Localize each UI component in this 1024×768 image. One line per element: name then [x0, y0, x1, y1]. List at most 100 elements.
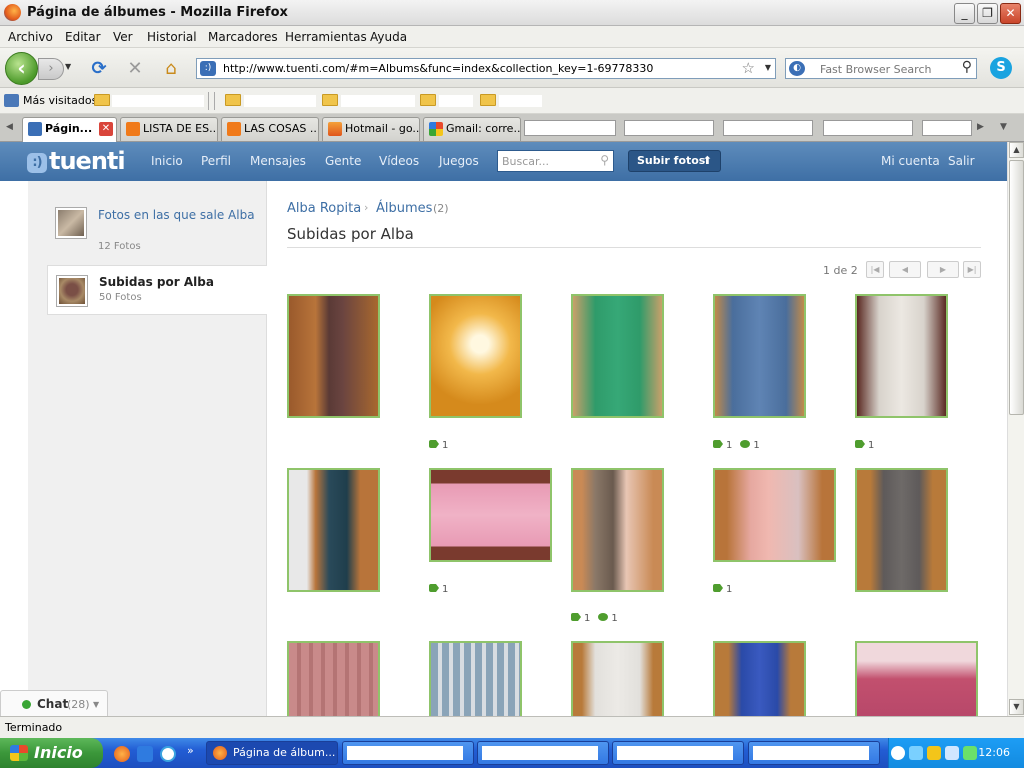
skype-icon[interactable]: S	[990, 57, 1012, 79]
last-page-button[interactable]: ▶|	[963, 261, 981, 278]
photo-green-dress[interactable]	[571, 294, 664, 418]
chat-label[interactable]: Chat	[37, 697, 68, 711]
task-button[interactable]	[748, 741, 880, 765]
bookmark-folder-label[interactable]	[112, 95, 204, 107]
forward-button[interactable]: ›	[38, 58, 64, 80]
photo-denim-jacket[interactable]	[713, 294, 806, 418]
nav-mi-cuenta[interactable]: Mi cuenta	[881, 154, 940, 168]
site-search-input[interactable]: Buscar... ⚲	[497, 150, 614, 172]
photo-plaid-shorts[interactable]	[287, 641, 380, 716]
search-icon[interactable]: ⚲	[962, 59, 972, 75]
photo-pink-shorts[interactable]	[855, 641, 978, 716]
bookmark-most-visited[interactable]: Más visitados	[23, 94, 97, 107]
nav-inicio[interactable]: Inicio	[151, 154, 183, 168]
menu-historial[interactable]: Historial	[147, 30, 197, 44]
menu-editar[interactable]: Editar	[65, 30, 101, 44]
minimize-button[interactable]: _	[954, 3, 975, 24]
bookmark-folder-icon[interactable]	[322, 94, 338, 106]
menu-herramientas[interactable]: Herramientas	[285, 30, 367, 44]
search-engine-icon[interactable]: ◐	[789, 61, 805, 76]
bookmark-folder-icon[interactable]	[420, 94, 436, 106]
photo-tank-top[interactable]	[855, 294, 948, 418]
photo-blue-tank[interactable]	[713, 641, 806, 716]
site-search-placeholder[interactable]: Buscar...	[502, 155, 549, 168]
nav-juegos[interactable]: Juegos	[439, 154, 479, 168]
tab-close-icon[interactable]: ✕	[99, 122, 113, 136]
url-text[interactable]: http://www.tuenti.com/#m=Albums&func=ind…	[223, 62, 653, 75]
task-button[interactable]	[342, 741, 474, 765]
bookmark-folder-label[interactable]	[244, 95, 316, 107]
bookmark-folder-label[interactable]	[341, 95, 415, 107]
photo-swimsuit[interactable]	[287, 294, 380, 418]
bookmark-folder-label[interactable]	[499, 95, 542, 107]
menu-ver[interactable]: Ver	[113, 30, 133, 44]
vertical-scrollbar[interactable]: ▲ ▼	[1007, 142, 1024, 716]
quicklaunch-media-icon[interactable]	[160, 746, 176, 762]
bookmark-folder-icon[interactable]	[480, 94, 496, 106]
url-bar[interactable]: :) http://www.tuenti.com/#m=Albums&func=…	[196, 58, 776, 79]
tab-blank[interactable]	[524, 120, 616, 136]
nav-gente[interactable]: Gente	[325, 154, 361, 168]
volume-icon[interactable]	[909, 746, 923, 760]
album-item-subidas-alba[interactable]: Subidas por Alba 50 Fotos	[47, 265, 267, 315]
prev-page-button[interactable]: ◀	[889, 261, 921, 278]
tab-gmail[interactable]: Gmail: corre...	[423, 117, 521, 141]
tray-expand-icon[interactable]	[891, 746, 905, 760]
breadcrumb-user[interactable]: Alba Ropita	[287, 201, 361, 216]
photo-phone[interactable]	[571, 468, 664, 592]
task-button[interactable]	[612, 741, 744, 765]
tab-scroll-left-icon[interactable]: ◀	[6, 122, 13, 132]
quicklaunch-firefox-icon[interactable]	[114, 746, 130, 762]
album-thumbnail[interactable]	[56, 275, 88, 307]
scroll-thumb[interactable]	[1009, 160, 1024, 415]
tab-scroll-right-icon[interactable]: ▶	[977, 122, 984, 132]
tab-las-cosas[interactable]: LAS COSAS ...	[221, 117, 319, 141]
tab-list-icon[interactable]: ▼	[1000, 122, 1007, 132]
menu-ayuda[interactable]: Ayuda	[370, 30, 407, 44]
bookmark-folder-label[interactable]	[439, 95, 473, 107]
scroll-down-arrow[interactable]: ▼	[1009, 699, 1024, 715]
tab-lista[interactable]: LISTA DE ES...	[120, 117, 218, 141]
photo-white-top[interactable]	[571, 641, 664, 716]
tuenti-logo[interactable]: :) tuenti	[27, 148, 126, 174]
next-page-button[interactable]: ▶	[927, 261, 959, 278]
start-button[interactable]: Inicio	[0, 738, 103, 768]
first-page-button[interactable]: |◀	[866, 261, 884, 278]
album-thumbnail[interactable]	[55, 207, 87, 239]
photo-grey-dress[interactable]	[855, 468, 948, 592]
nav-videos[interactable]: Vídeos	[379, 154, 419, 168]
tab-active[interactable]: Págin... ✕	[22, 117, 117, 142]
album-title[interactable]: Fotos en las que sale Alba	[98, 208, 263, 223]
nav-perfil[interactable]: Perfil	[201, 154, 231, 168]
nav-mensajes[interactable]: Mensajes	[250, 154, 306, 168]
history-dropdown-icon[interactable]: ▼	[65, 62, 71, 71]
maximize-button[interactable]: ❐	[977, 3, 998, 24]
security-shield-icon[interactable]	[927, 746, 941, 760]
bookmark-folder-icon[interactable]	[225, 94, 241, 106]
tab-blank[interactable]	[823, 120, 913, 136]
task-button[interactable]	[477, 741, 609, 765]
photo-jewelry-box[interactable]	[429, 468, 552, 562]
bookmark-folder-icon[interactable]	[94, 94, 110, 106]
scroll-up-arrow[interactable]: ▲	[1009, 142, 1024, 158]
nav-salir[interactable]: Salir	[948, 154, 975, 168]
tab-blank[interactable]	[624, 120, 714, 136]
bookmark-star-icon[interactable]: ☆	[742, 59, 755, 77]
album-item-fotos-alba[interactable]: Fotos en las que sale Alba 12 Fotos	[47, 198, 267, 252]
menu-marcadores[interactable]: Marcadores	[208, 30, 278, 44]
menu-archivo[interactable]: Archivo	[8, 30, 53, 44]
photo-necklace[interactable]	[429, 294, 522, 418]
breadcrumb-albums[interactable]: Álbumes	[376, 201, 432, 216]
tab-hotmail[interactable]: Hotmail - go...	[322, 117, 420, 141]
stop-button[interactable]: ✕	[124, 58, 146, 80]
tab-blank[interactable]	[723, 120, 813, 136]
search-placeholder[interactable]: Fast Browser Search	[820, 63, 931, 76]
close-button[interactable]: ✕	[1000, 3, 1021, 24]
back-button[interactable]: ‹	[5, 52, 38, 85]
upload-photos-button[interactable]: Subir fotos ⬆	[628, 150, 721, 172]
url-dropdown-icon[interactable]: ▼	[765, 63, 771, 72]
search-icon[interactable]: ⚲	[600, 153, 609, 167]
photo-phone-case[interactable]	[713, 468, 836, 562]
quicklaunch-ie-icon[interactable]	[137, 746, 153, 762]
reload-button[interactable]: ⟳	[88, 58, 110, 80]
